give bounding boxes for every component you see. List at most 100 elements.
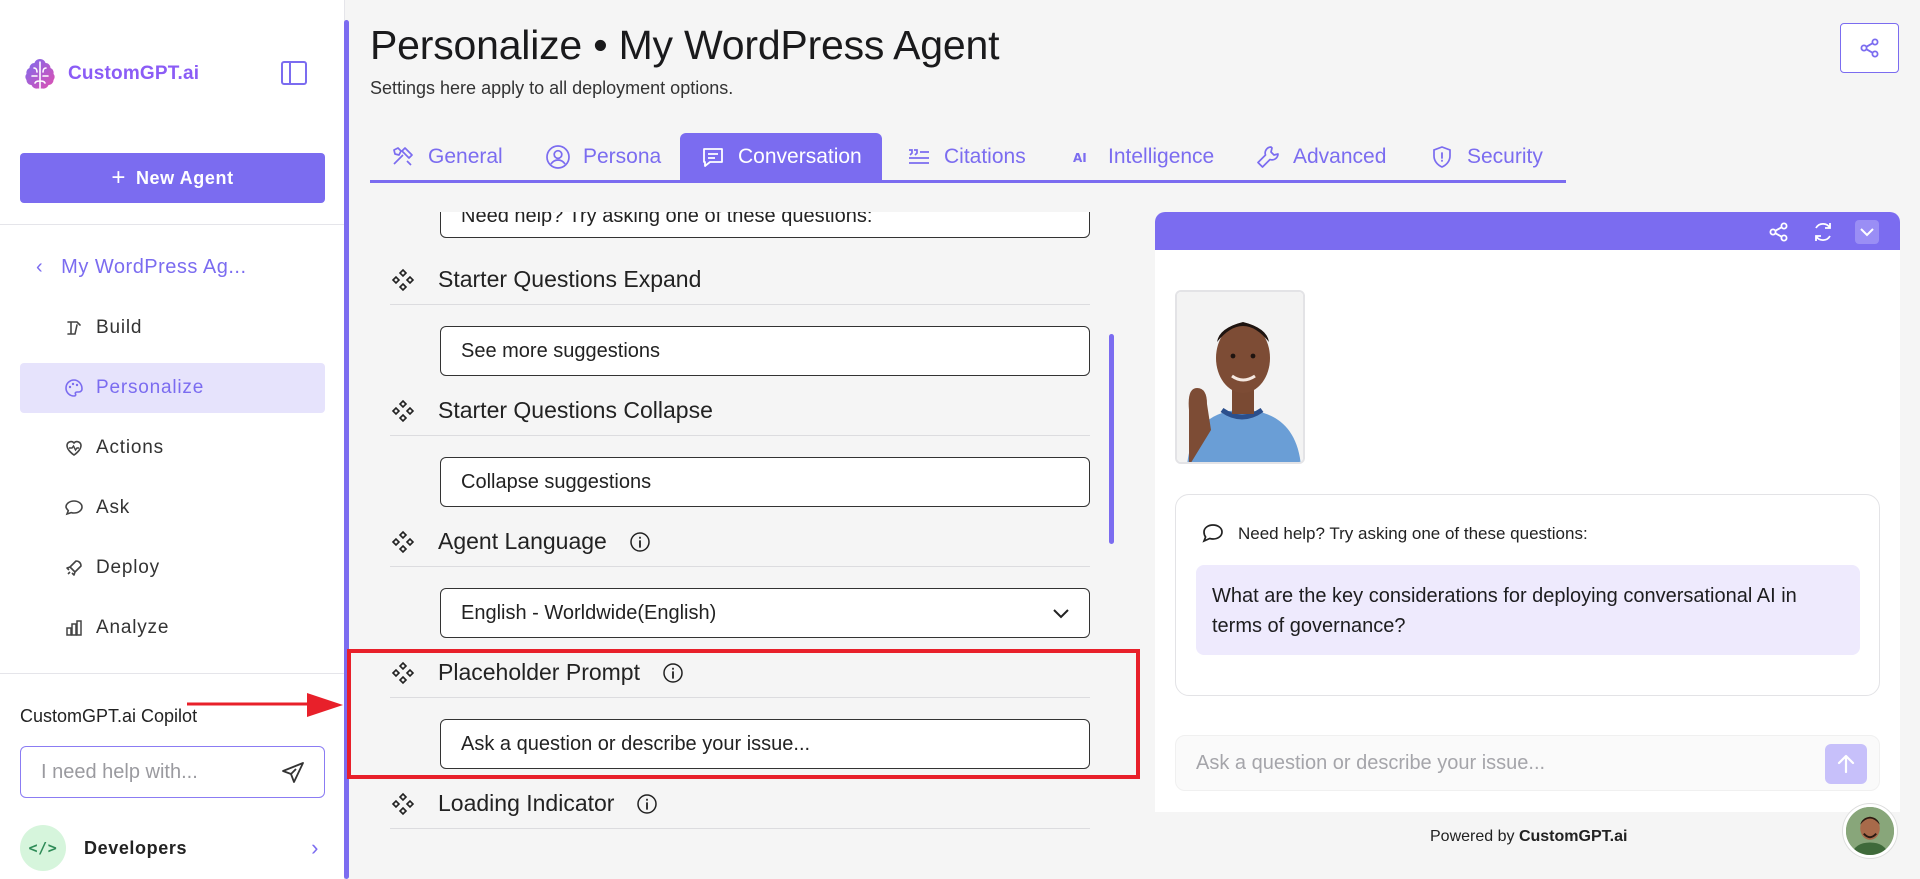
- chat-bubble-icon: [1202, 524, 1223, 543]
- tab-advanced[interactable]: Advanced: [1255, 133, 1386, 180]
- agent-name: My WordPress Ag...: [61, 256, 247, 278]
- settings-scrollbar[interactable]: [1109, 334, 1114, 544]
- brand-name: CustomGPT.ai: [68, 63, 200, 84]
- agent-language-select[interactable]: English - Worldwide(English): [440, 588, 1090, 638]
- svg-text:AI: AI: [1073, 151, 1087, 165]
- chat-input-placeholder: Ask a question or describe your issue...: [1196, 751, 1546, 774]
- shield-icon: [1433, 145, 1451, 168]
- sidebar-item-personalize[interactable]: Personalize: [20, 363, 325, 413]
- developers-label: Developers: [84, 837, 188, 858]
- copilot-input[interactable]: I need help with...: [20, 746, 325, 798]
- sidebar-item-deploy[interactable]: Deploy: [20, 543, 325, 593]
- info-icon[interactable]: [636, 793, 658, 815]
- sidebar-item-label: Build: [96, 317, 143, 338]
- starter-expand-input[interactable]: See more suggestions: [440, 326, 1090, 376]
- powered-brand[interactable]: CustomGPT.ai: [1519, 828, 1627, 845]
- powered-prefix: Powered by: [1430, 828, 1515, 845]
- new-agent-label: New Agent: [135, 167, 234, 188]
- copilot-placeholder: I need help with...: [41, 760, 198, 783]
- section-label: Starter Questions Collapse: [438, 397, 713, 423]
- tab-label: Intelligence: [1108, 144, 1215, 168]
- section-label: Loading Indicator: [438, 790, 615, 816]
- chat-icon: [65, 500, 83, 516]
- tab-general[interactable]: General: [390, 133, 503, 180]
- chevron-down-icon[interactable]: [1855, 220, 1879, 244]
- move-icon: [391, 268, 415, 291]
- brain-logo-icon: [25, 59, 55, 89]
- move-icon: [391, 792, 415, 815]
- chat-preview: Need help? Try asking one of these quest…: [1155, 212, 1900, 812]
- tab-intelligence[interactable]: AI Intelligence: [1070, 133, 1214, 180]
- highlight-box: [347, 649, 1140, 779]
- developers-link[interactable]: </> Developers ›: [20, 823, 325, 873]
- message-icon: [703, 147, 723, 167]
- user-circle-icon: [546, 144, 570, 169]
- starter-collapse-input[interactable]: Collapse suggestions: [440, 457, 1090, 507]
- sidebar-divider: [0, 673, 345, 674]
- loading-indicator-section: Loading Indicator: [390, 779, 1090, 829]
- starter-title-field[interactable]: Need help? Try asking one of these quest…: [440, 212, 1090, 238]
- sidebar-item-label: Deploy: [96, 557, 160, 578]
- starter-expand-section: Starter Questions Expand: [390, 255, 1090, 305]
- agent-language-section: Agent Language: [390, 517, 1090, 567]
- agent-avatar: [1175, 290, 1305, 464]
- info-icon[interactable]: [629, 531, 651, 553]
- chevron-down-icon: [1053, 609, 1069, 619]
- code-icon: </>: [20, 825, 66, 871]
- sidebar-toggle-button[interactable]: [280, 60, 308, 86]
- tab-conversation[interactable]: Conversation: [680, 133, 882, 180]
- sidebar-toggle-icon: [281, 61, 307, 85]
- palette-icon: [65, 379, 83, 397]
- share-icon[interactable]: [1767, 220, 1791, 244]
- chat-send-button[interactable]: [1825, 744, 1867, 784]
- powered-by: Powered by CustomGPT.ai: [1430, 828, 1627, 846]
- user-avatar[interactable]: [1843, 804, 1897, 858]
- sidebar-item-label: Actions: [96, 437, 164, 458]
- field-value: English - Worldwide(English): [461, 601, 717, 624]
- starter-question-button[interactable]: What are the key considerations for depl…: [1196, 565, 1860, 655]
- tab-label: Conversation: [738, 144, 862, 168]
- sidebar-item-label: Ask: [96, 497, 131, 518]
- ai-icon: AI: [1073, 151, 1087, 165]
- tab-security[interactable]: Security: [1429, 133, 1543, 180]
- sidebar-item-analyze[interactable]: Analyze: [20, 603, 325, 653]
- page-subtitle: Settings here apply to all deployment op…: [370, 78, 734, 98]
- build-icon: [67, 321, 81, 335]
- chat-header-bar: [1155, 212, 1900, 250]
- chat-input[interactable]: Ask a question or describe your issue...: [1175, 735, 1880, 791]
- sidebar: CustomGPT.ai + New Agent ‹ My WordPress …: [0, 0, 345, 879]
- refresh-icon[interactable]: [1811, 220, 1835, 244]
- sidebar-item-ask[interactable]: Ask: [20, 483, 325, 533]
- actions-icon: [66, 440, 82, 456]
- new-agent-button[interactable]: + New Agent: [20, 153, 325, 203]
- tab-persona[interactable]: Persona: [545, 133, 661, 180]
- arrow-up-icon: [1837, 754, 1855, 774]
- copilot-title: CustomGPT.ai Copilot: [20, 706, 198, 726]
- move-icon: [391, 530, 415, 553]
- user-portrait-icon: [1846, 807, 1894, 855]
- sidebar-item-build[interactable]: Build: [20, 303, 325, 353]
- section-label: Agent Language: [438, 528, 607, 554]
- agent-portrait-icon: [1177, 292, 1303, 462]
- settings-tabs: General Persona Conversation Citations A…: [370, 133, 1566, 183]
- starter-heading-text: Need help? Try asking one of these quest…: [1238, 524, 1588, 543]
- rocket-icon: [66, 560, 82, 576]
- brand-logo[interactable]: CustomGPT.ai: [20, 54, 199, 94]
- chevron-right-icon: ›: [311, 835, 319, 860]
- sidebar-divider: [0, 224, 345, 225]
- field-value: See more suggestions: [461, 339, 661, 362]
- starter-questions-card: Need help? Try asking one of these quest…: [1175, 494, 1880, 696]
- tab-citations[interactable]: Citations: [906, 133, 1026, 180]
- wrench-icon: [1257, 145, 1279, 168]
- send-icon[interactable]: [280, 760, 306, 786]
- tab-label: Persona: [583, 144, 662, 168]
- sidebar-item-actions[interactable]: Actions: [20, 423, 325, 473]
- tab-label: Advanced: [1293, 144, 1387, 168]
- tools-icon: [393, 146, 413, 166]
- agent-back-link[interactable]: ‹ My WordPress Ag...: [36, 256, 247, 279]
- move-icon: [391, 399, 415, 422]
- field-value: Need help? Try asking one of these quest…: [461, 212, 873, 227]
- sidebar-item-label: Personalize: [96, 377, 205, 398]
- starter-collapse-section: Starter Questions Collapse: [390, 386, 1090, 436]
- share-button[interactable]: [1840, 23, 1899, 73]
